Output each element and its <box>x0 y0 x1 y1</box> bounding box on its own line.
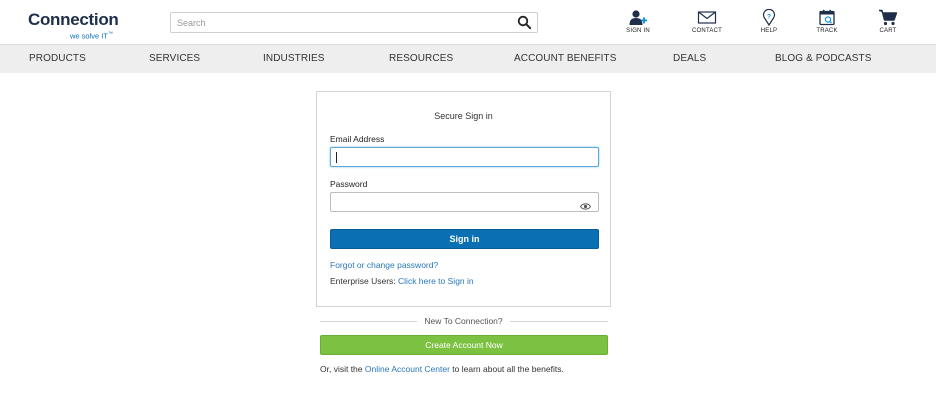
password-field[interactable] <box>336 195 576 210</box>
visit-suffix: to learn about all the benefits. <box>449 364 564 374</box>
sign-in-label: SIGN IN <box>626 28 650 34</box>
help-button[interactable]: ? HELP <box>747 9 791 39</box>
calendar-track-icon <box>819 9 835 26</box>
svg-text:?: ? <box>767 14 771 21</box>
envelope-icon <box>697 11 717 24</box>
cart-button[interactable]: CART <box>866 9 910 39</box>
main-nav: PRODUCTS SERVICES INDUSTRIES RESOURCES A… <box>0 44 936 73</box>
sign-in-title: Secure Sign in <box>434 111 493 121</box>
site-header: Connection we solve IT™ SIGN IN CONTACT … <box>0 0 936 44</box>
enterprise-prefix: Enterprise Users: <box>330 276 399 286</box>
nav-item-industries[interactable]: INDUSTRIES <box>263 45 325 73</box>
show-password-eye-icon[interactable] <box>579 198 592 210</box>
help-pin-icon: ? <box>762 9 776 26</box>
nav-item-products[interactable]: PRODUCTS <box>29 45 86 73</box>
sign-in-card: Secure Sign in Email Address Password Si… <box>316 91 611 307</box>
forgot-password-link[interactable]: Forgot or change password? <box>330 260 438 270</box>
logo-wordmark: Connection <box>28 10 119 29</box>
email-field[interactable] <box>336 150 576 165</box>
password-field-box <box>330 192 599 212</box>
text-caret <box>336 152 337 163</box>
password-label: Password <box>330 179 368 189</box>
enterprise-sign-in-link[interactable]: Click here to Sign in <box>398 276 474 286</box>
help-label: HELP <box>760 28 778 34</box>
connection-logo[interactable]: Connection we solve IT™ <box>28 10 119 41</box>
email-label: Email Address <box>330 134 385 144</box>
online-account-center-link[interactable]: Online Account Center <box>365 364 450 374</box>
nav-item-services[interactable]: SERVICES <box>149 45 200 73</box>
new-to-connection-text: New To Connection? <box>316 316 611 326</box>
search-input[interactable] <box>177 13 507 32</box>
cart-label: CART <box>879 28 897 34</box>
visit-account-center-text: Or, visit the Online Account Center to l… <box>320 364 564 374</box>
track-label: TRACK <box>816 28 838 34</box>
track-button[interactable]: TRACK <box>805 9 849 39</box>
email-field-box <box>330 147 599 167</box>
search-box <box>170 12 538 33</box>
create-account-button[interactable]: Create Account Now <box>320 335 608 355</box>
visit-prefix: Or, visit the <box>320 364 365 374</box>
cart-icon <box>879 9 898 26</box>
logo-tagline: we solve IT™ <box>70 31 113 41</box>
contact-label: CONTACT <box>692 28 722 34</box>
search-icon[interactable] <box>517 15 532 30</box>
nav-item-deals[interactable]: DEALS <box>673 45 706 73</box>
nav-item-blog-podcasts[interactable]: BLOG & PODCASTS <box>775 45 872 73</box>
sign-in-button[interactable]: Sign in <box>330 229 599 249</box>
user-plus-icon <box>629 10 647 25</box>
contact-button[interactable]: CONTACT <box>685 9 729 39</box>
nav-item-account-benefits[interactable]: ACCOUNT BENEFITS <box>514 45 617 73</box>
nav-item-resources[interactable]: RESOURCES <box>389 45 453 73</box>
enterprise-users-text: Enterprise Users: Click here to Sign in <box>330 276 474 286</box>
sign-in-button[interactable]: SIGN IN <box>616 9 660 39</box>
